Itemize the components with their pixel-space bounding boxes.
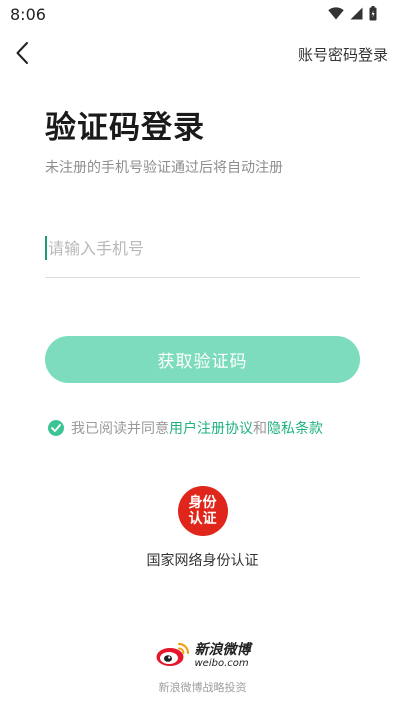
signal-icon: [350, 7, 363, 20]
battery-icon: [369, 6, 377, 21]
privacy-policy-link[interactable]: 隐私条款: [267, 418, 323, 438]
top-navigation-bar: 账号密码登录: [0, 34, 405, 74]
agreement-prefix: 我已阅读并同意: [71, 421, 169, 437]
badge-text-line1: 身份: [188, 495, 217, 511]
weibo-brand-en: weibo.com: [194, 658, 249, 669]
chevron-left-icon: [15, 41, 29, 69]
status-time: 8:06: [10, 5, 46, 24]
identity-auth-icon[interactable]: 身份 认证: [177, 486, 228, 536]
footer: 新浪微博 weibo.com 新浪微博战略投资: [0, 641, 405, 695]
wifi-icon: [328, 7, 344, 20]
get-code-button[interactable]: 获取验证码: [45, 336, 360, 383]
user-agreement-link[interactable]: 用户注册协议: [169, 418, 253, 438]
weibo-wordmark: 新浪微博 weibo.com: [195, 642, 251, 670]
weibo-eye-icon: [155, 641, 191, 671]
check-icon: [51, 424, 61, 432]
page-subtitle: 未注册的手机号验证通过后将自动注册: [45, 160, 283, 176]
footer-caption: 新浪微博战略投资: [158, 681, 247, 694]
page-title: 验证码登录: [45, 110, 205, 146]
national-id-auth: 身份 认证 国家网络身份认证: [0, 486, 405, 570]
text-cursor: [45, 236, 47, 260]
agreement-checkbox[interactable]: [48, 420, 64, 436]
password-login-link[interactable]: 账号密码登录: [298, 44, 388, 65]
back-button[interactable]: [8, 40, 36, 70]
badge-text-line2: 认证: [188, 511, 217, 527]
weibo-logo: 新浪微博 weibo.com: [155, 641, 251, 671]
phone-input[interactable]: [45, 228, 360, 268]
weibo-brand-cn: 新浪微博: [194, 642, 251, 658]
agreement-row: 我已阅读并同意 用户注册协议和隐私条款: [48, 418, 323, 438]
phone-field: [45, 228, 360, 278]
agreement-conjunction: 和: [253, 421, 267, 437]
status-icons: [328, 6, 377, 21]
identity-auth-label[interactable]: 国家网络身份认证: [147, 550, 259, 570]
status-bar: 8:06: [0, 0, 405, 30]
